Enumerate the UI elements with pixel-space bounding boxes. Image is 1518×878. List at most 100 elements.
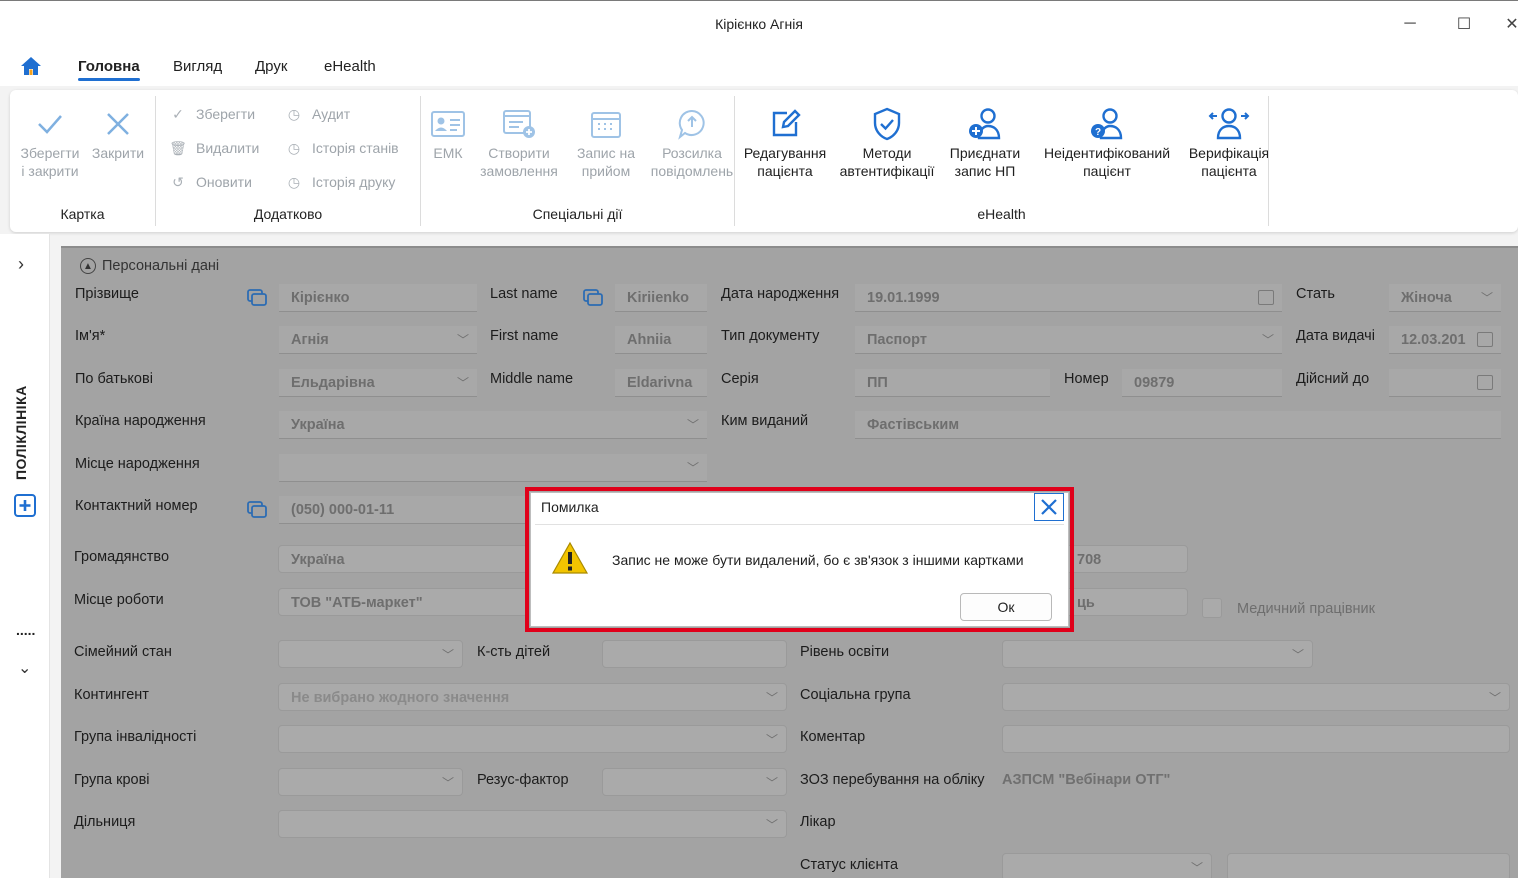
unidentified-patient-button[interactable]: ? Неідентифікований пацієнт <box>1033 104 1181 180</box>
partial-field-ts[interactable]: ць <box>1064 588 1188 616</box>
create-order-button[interactable]: Створити замовлення <box>479 104 559 180</box>
rhesus-select[interactable]: ﹀ <box>602 768 787 796</box>
dialog-close-button[interactable] <box>1034 493 1064 521</box>
comment-field[interactable] <box>1002 725 1510 753</box>
middlename-field[interactable]: Eldarivna <box>615 369 707 397</box>
close-window-button[interactable]: ✕ <box>1497 11 1518 37</box>
chevron-down-icon: ﹀ <box>1261 333 1274 347</box>
calendar-icon[interactable] <box>1258 290 1274 305</box>
disability-select[interactable]: ﹀ <box>278 725 787 753</box>
clock-icon: ◷ <box>287 173 301 190</box>
unknown-user-icon: ? <box>1091 108 1123 140</box>
blood-select[interactable]: ﹀ <box>278 768 463 796</box>
sex-select[interactable]: Жіноча ﹀ <box>1389 284 1501 312</box>
phone-field[interactable]: (050) 000-01-11 <box>279 496 529 524</box>
sidebar-label[interactable]: ПОЛІКЛІНІКА <box>13 385 29 480</box>
chevron-down-icon: ﹀ <box>441 776 454 790</box>
valid-until-label: Дійсний до <box>1296 371 1370 387</box>
ok-button[interactable]: Ок <box>960 593 1052 621</box>
auth-methods-button[interactable]: Методи автентифікації <box>837 104 937 180</box>
ribbon-group-label: eHealth <box>977 206 1026 222</box>
series-field[interactable]: ПП <box>855 369 1050 397</box>
chevron-down-icon: ﹀ <box>1291 648 1304 662</box>
work-field[interactable]: ТОВ "АТБ-маркет" <box>278 588 528 616</box>
ribbon-group-card: Зберегти і закрити Закрити Картка <box>10 90 155 232</box>
tab-home[interactable]: Головна <box>78 58 140 81</box>
error-dialog: Помилка Запис не може бути видалений, бо… <box>530 492 1069 627</box>
refresh-icon: ↺ <box>172 173 184 190</box>
state-history-button[interactable]: ◷ Історія станів <box>286 139 399 157</box>
id-card-icon <box>431 111 465 137</box>
issue-date-field[interactable]: 12.03.201 <box>1389 326 1501 354</box>
chevron-down-icon: ﹀ <box>765 691 778 705</box>
delete-button[interactable]: 🗑 Видалити <box>169 140 259 157</box>
surname-field[interactable]: Кірієнко <box>279 284 477 312</box>
tab-ehealth[interactable]: eHealth <box>324 58 376 75</box>
disability-label: Група інвалідності <box>74 729 197 745</box>
client-status-extra-field[interactable] <box>1227 853 1510 878</box>
refresh-button[interactable]: ↺ Оновити <box>170 173 252 191</box>
save-and-close-button[interactable]: Зберегти і закрити <box>18 104 82 180</box>
marital-select[interactable]: ﹀ <box>278 640 463 668</box>
children-field[interactable] <box>602 640 787 668</box>
district-select[interactable]: ﹀ <box>278 810 787 838</box>
copy-icon[interactable] <box>583 289 603 306</box>
issued-by-field[interactable]: Фастівським <box>855 411 1501 439</box>
birth-place-select[interactable]: ﹀ <box>279 454 707 482</box>
maximize-button[interactable]: ☐ <box>1449 11 1479 37</box>
mailing-button[interactable]: Розсилка повідомлень <box>647 104 737 180</box>
ribbon-divider <box>1268 96 1269 226</box>
valid-until-field[interactable] <box>1389 369 1501 397</box>
sex-label: Стать <box>1296 286 1335 302</box>
print-history-button[interactable]: ◷ Історія друку <box>286 173 396 191</box>
edit-patient-button[interactable]: Редагування пацієнта <box>739 104 831 180</box>
ribbon-group-special: ЕМК Створити замовлення Запис на прийом … <box>421 90 734 232</box>
doctype-label: Тип документу <box>721 328 820 344</box>
children-label: К-сть дітей <box>477 644 551 660</box>
close-button[interactable]: Закрити <box>88 104 148 162</box>
calendar-icon[interactable] <box>1477 375 1493 390</box>
contingent-select[interactable]: Не вибрано жодного значення ﹀ <box>278 683 787 711</box>
zoz-value: АЗПСМ "Вебінари ОТГ" <box>1002 772 1171 788</box>
client-status-select[interactable]: ﹀ <box>1002 853 1212 878</box>
copy-icon[interactable] <box>247 289 267 306</box>
firstname-field[interactable]: Ahniia <box>615 326 707 354</box>
checkmark-icon <box>38 115 62 134</box>
citizenship-field[interactable]: Україна <box>278 545 528 573</box>
middlename-label: Middle name <box>490 371 574 387</box>
verify-patient-button[interactable]: Верифікація пацієнта <box>1183 104 1275 180</box>
tab-view[interactable]: Вигляд <box>173 58 222 75</box>
chevron-down-icon[interactable]: ⌄ <box>18 658 31 678</box>
birth-place-label: Місце народження <box>75 456 200 472</box>
dob-field[interactable]: 19.01.1999 <box>855 284 1282 312</box>
education-select[interactable]: ﹀ <box>1002 640 1313 668</box>
audit-button[interactable]: ◷ Аудит <box>286 106 350 123</box>
appointment-button[interactable]: Запис на прийом <box>569 104 643 180</box>
clock-icon: ◷ <box>287 139 301 156</box>
patronymic-select[interactable]: Ельдарівна ﹀ <box>279 369 477 397</box>
partial-field-708[interactable]: 708 <box>1064 545 1188 573</box>
chevron-down-icon: ﹀ <box>456 333 469 347</box>
tab-print[interactable]: Друк <box>255 58 287 75</box>
attach-np-record-button[interactable]: Приєднати запис НП <box>945 104 1025 180</box>
section-header[interactable]: ▲ Персональні дані <box>80 258 219 274</box>
social-select[interactable]: ﹀ <box>1002 683 1510 711</box>
calendar-icon[interactable] <box>1477 332 1493 347</box>
chevron-down-icon: ﹀ <box>765 818 778 832</box>
clinic-icon[interactable] <box>13 492 37 518</box>
home-icon[interactable] <box>20 56 42 76</box>
emk-button[interactable]: ЕМК <box>429 104 467 162</box>
minimize-button[interactable]: ─ <box>1395 11 1425 37</box>
more-dots[interactable]: ..... <box>16 622 35 638</box>
copy-icon[interactable] <box>247 501 267 518</box>
lastname-field[interactable]: Kiriienko <box>615 284 707 312</box>
chevron-right-icon[interactable]: › <box>18 254 24 275</box>
save-button[interactable]: ✓ Зберегти <box>170 106 255 123</box>
number-field[interactable]: 09879 <box>1122 369 1282 397</box>
rhesus-label: Резус-фактор <box>477 772 569 788</box>
birth-country-select[interactable]: Україна ﹀ <box>279 411 707 439</box>
name-select[interactable]: Агнія ﹀ <box>279 326 477 354</box>
chevron-down-icon: ﹀ <box>1190 861 1203 875</box>
doctype-select[interactable]: Паспорт ﹀ <box>855 326 1282 354</box>
med-worker-checkbox[interactable] <box>1202 598 1222 618</box>
